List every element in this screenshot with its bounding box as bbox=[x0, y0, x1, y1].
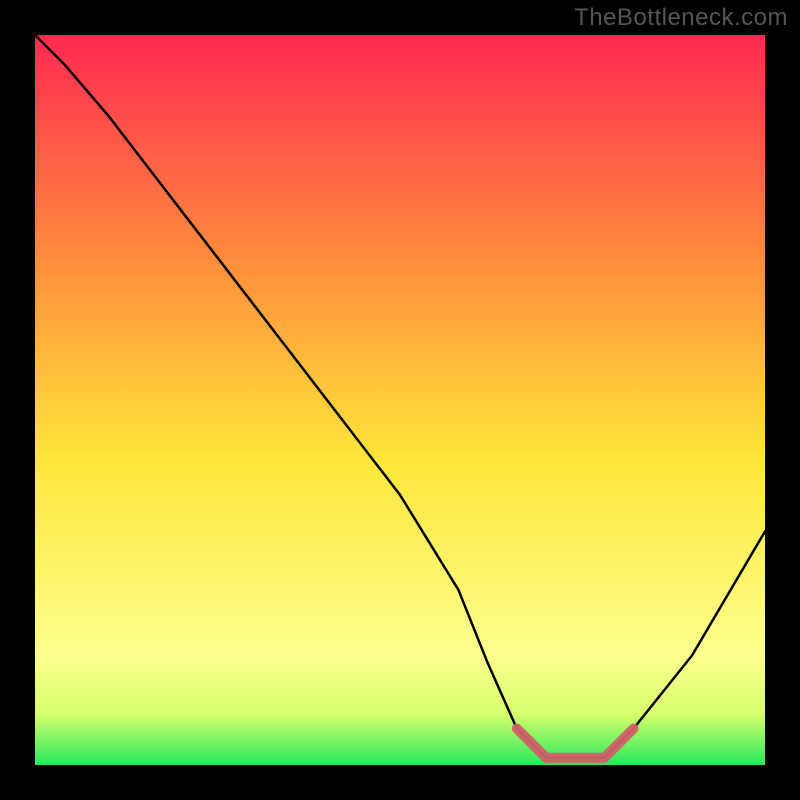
chart-container: TheBottleneck.com bbox=[0, 0, 800, 800]
bottleneck-chart bbox=[35, 35, 765, 765]
gradient-background bbox=[35, 35, 765, 765]
watermark-label: TheBottleneck.com bbox=[574, 4, 788, 32]
plot-area bbox=[35, 35, 765, 765]
